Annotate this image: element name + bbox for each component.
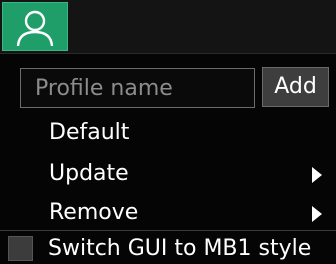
chevron-right-icon	[312, 206, 322, 222]
user-icon	[16, 10, 54, 46]
profile-tab-button[interactable]	[2, 2, 68, 51]
switch-gui-style-toggle[interactable]: Switch GUI to MB1 style	[0, 232, 336, 264]
menu-item-label: Remove	[49, 200, 139, 225]
app-root: Add Default Update Remove Switch GUI to …	[0, 0, 336, 264]
chevron-right-icon	[312, 167, 322, 183]
menu-divider	[0, 230, 336, 231]
switch-gui-checkbox[interactable]	[8, 236, 33, 261]
menu-item-label: Default	[49, 120, 130, 145]
menu-item-remove[interactable]: Remove	[0, 193, 336, 233]
profile-menu-panel: Add Default Update Remove Switch GUI to …	[0, 53, 336, 264]
menu-item-update[interactable]: Update	[0, 154, 336, 194]
menu-item-label: Update	[49, 161, 129, 186]
profile-name-input[interactable]	[20, 68, 255, 108]
menu-item-default[interactable]: Default	[0, 113, 336, 153]
switch-gui-label: Switch GUI to MB1 style	[48, 236, 312, 261]
add-profile-button[interactable]: Add	[262, 67, 329, 107]
